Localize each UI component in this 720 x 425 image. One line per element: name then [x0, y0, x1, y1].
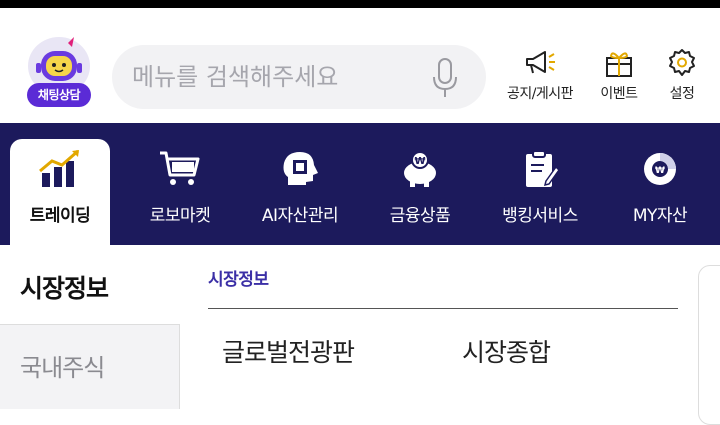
chart-up-icon — [39, 149, 79, 187]
tab-robomarket[interactable]: 로보마켓 — [130, 139, 230, 245]
status-bar — [0, 0, 720, 8]
mic-icon[interactable] — [430, 57, 460, 99]
content-area: 시장정보 국내주식 시장정보 글로벌전광판 시장종합 — [0, 245, 720, 425]
main-nav: 트레이딩 로보마켓 AI자산관리 ₩ 금융상품 뱅킹서비스 ₩ MY자산 — [0, 123, 720, 245]
tab-financial-products[interactable]: ₩ 금융상품 — [370, 139, 470, 245]
tab-my-assets[interactable]: ₩ MY자산 — [610, 139, 710, 245]
tab-financial-products-label: 금융상품 — [389, 206, 451, 226]
tab-market-summary[interactable]: 시장종합 — [462, 333, 551, 369]
tab-ai-asset[interactable]: AI자산관리 — [250, 139, 350, 245]
tab-my-assets-label: MY자산 — [632, 206, 688, 226]
divider — [208, 308, 678, 309]
notice-button[interactable]: 공지/게시판 — [505, 48, 575, 108]
breadcrumb: 시장정보 — [208, 270, 269, 290]
ai-head-icon — [283, 152, 318, 185]
chat-consult-label: 채팅상담 — [27, 83, 91, 107]
svg-text:₩: ₩ — [414, 156, 425, 167]
megaphone-icon — [526, 51, 555, 74]
tab-banking[interactable]: 뱅킹서비스 — [490, 139, 590, 245]
sidebar-title: 시장정보 — [20, 274, 109, 303]
donut-chart-icon: ₩ — [644, 153, 676, 185]
cart-icon — [160, 151, 200, 185]
tab-robomarket-label: 로보마켓 — [149, 206, 211, 226]
notice-label: 공지/게시판 — [506, 86, 574, 102]
side-panel-card — [698, 265, 720, 425]
gift-icon — [606, 52, 632, 77]
app-header: 채팅상담 공지/게시판 이벤트 — [0, 8, 720, 123]
settings-button[interactable]: 설정 — [647, 48, 717, 108]
piggy-bank-icon: ₩ — [404, 151, 436, 187]
search-input[interactable] — [132, 59, 432, 95]
event-button[interactable]: 이벤트 — [584, 48, 654, 108]
tab-global-board[interactable]: 글로벌전광판 — [222, 333, 355, 369]
sidebar-item-label: 국내주식 — [20, 354, 105, 382]
chat-consult-button[interactable]: 채팅상담 — [24, 35, 94, 107]
clipboard-pen-icon — [526, 150, 560, 187]
sidebar-item-domestic-stock[interactable]: 국내주식 — [0, 324, 180, 409]
svg-text:₩: ₩ — [655, 166, 665, 176]
tab-trading[interactable]: 트레이딩 — [10, 139, 110, 245]
settings-label: 설정 — [669, 86, 695, 102]
tab-ai-asset-label: AI자산관리 — [261, 206, 339, 226]
tab-trading-label: 트레이딩 — [29, 206, 91, 226]
event-label: 이벤트 — [600, 86, 638, 102]
gear-icon — [669, 49, 695, 76]
tab-banking-label: 뱅킹서비스 — [502, 206, 578, 226]
